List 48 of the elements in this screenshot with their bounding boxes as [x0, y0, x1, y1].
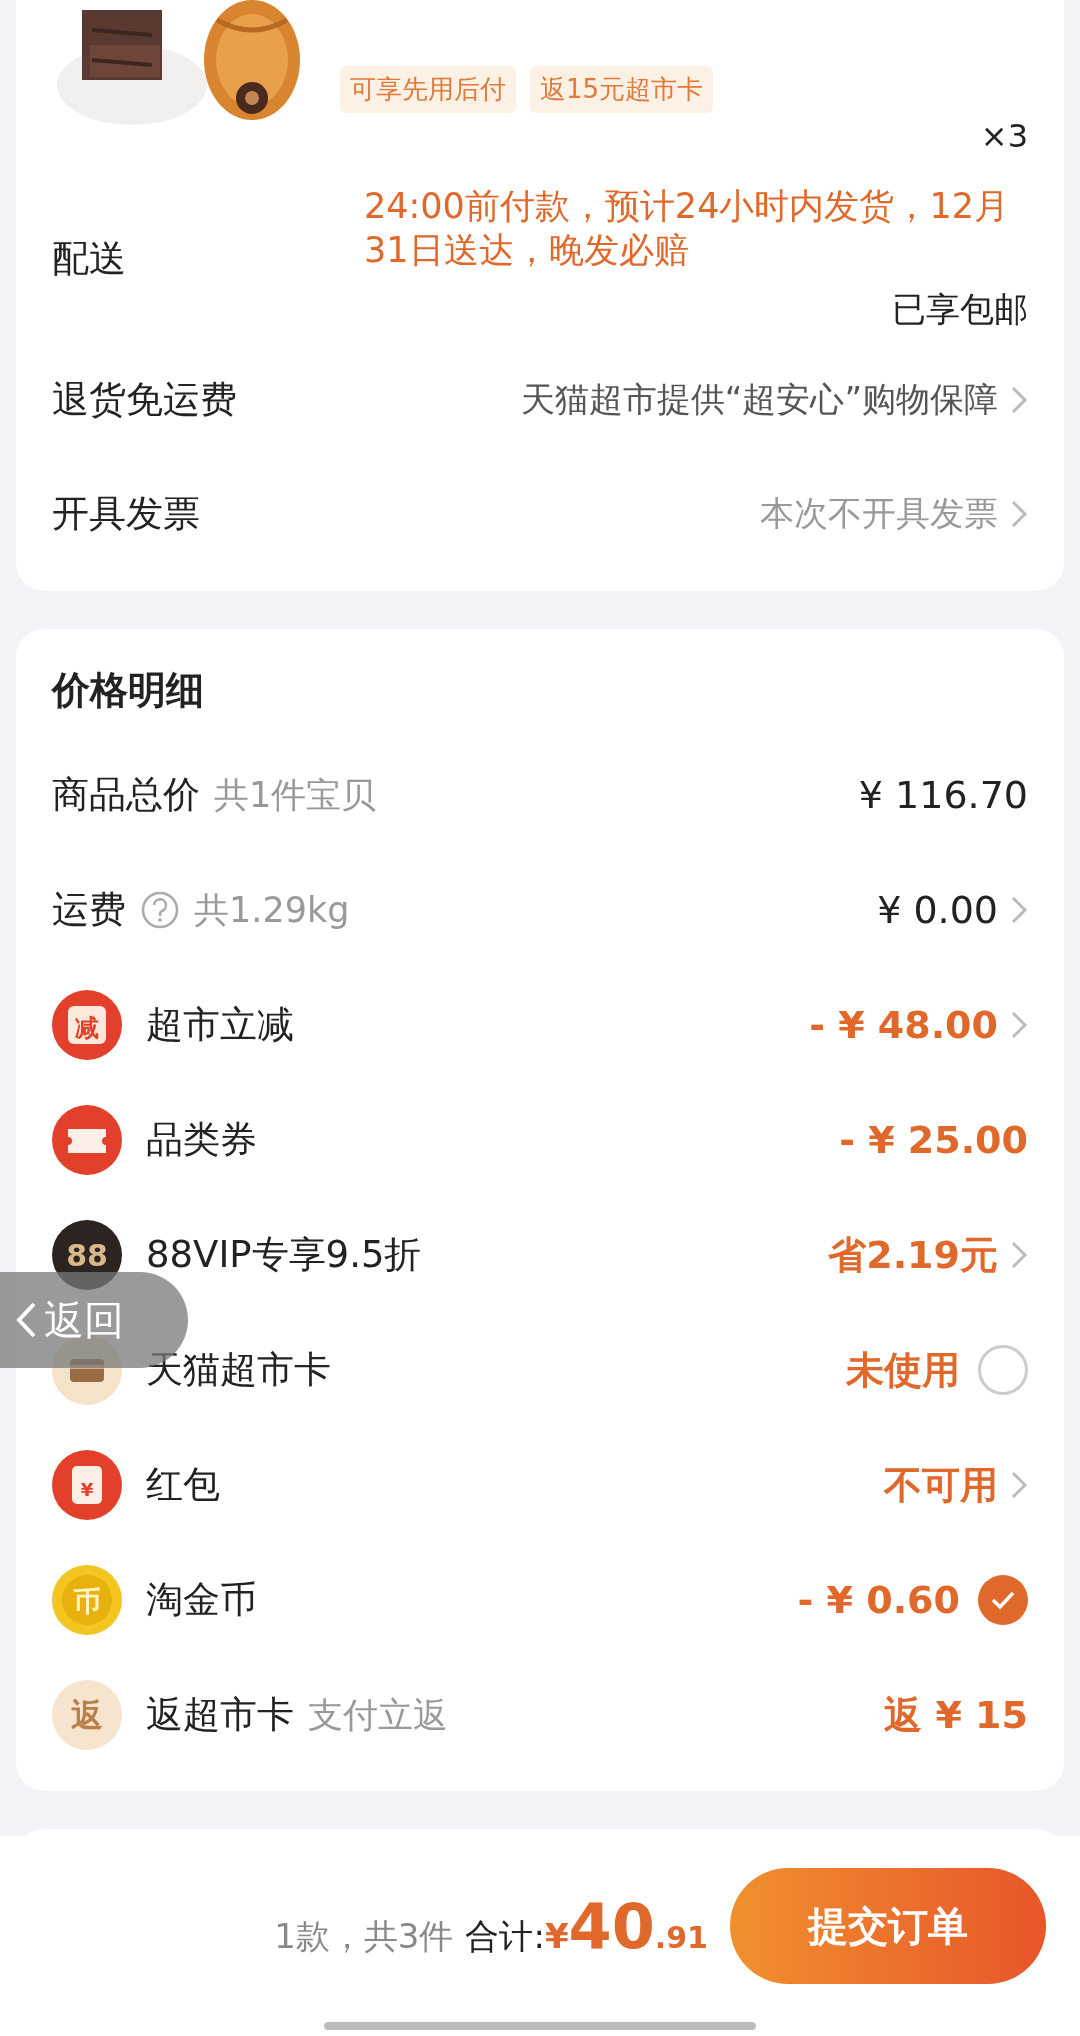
promo-tag: 可享先用后付	[340, 66, 516, 113]
discount-icon: 减	[52, 990, 122, 1060]
chevron-icon	[1010, 384, 1028, 415]
check-icon	[990, 1590, 1016, 1610]
row-label: 超市立减	[146, 1002, 294, 1048]
row-value: 不可用	[884, 1461, 998, 1509]
row-note: 共1件宝贝	[214, 773, 377, 817]
envelope-icon: ¥	[52, 1450, 122, 1520]
item-count: 1款，共3件	[274, 1914, 454, 1958]
rebate-icon: 返	[52, 1680, 122, 1750]
delivery-estimate: 24:00前付款，预计24小时内发货，12月31日送达，晚发必赔	[364, 185, 1010, 272]
section-title: 价格明细	[52, 666, 205, 714]
row-label: 品类券	[146, 1117, 257, 1163]
row-value: 未使用	[846, 1346, 960, 1394]
coin-icon: 币	[52, 1565, 122, 1635]
row-note: 共1.29kg	[194, 888, 350, 932]
quantity: ×3	[980, 117, 1028, 155]
row-label: 返超市卡	[146, 1692, 294, 1738]
row-value: 返 ¥ 15	[884, 1691, 1028, 1739]
row-label: 配送	[52, 235, 126, 282]
row-value: ¥ 0.00	[877, 888, 998, 932]
submit-order-button[interactable]: 提交订单	[730, 1868, 1046, 1984]
shipping-note: 已享包邮	[892, 287, 1028, 331]
row-label: 退货免运费	[52, 376, 237, 423]
currency-sign: ¥	[544, 1915, 569, 1956]
row-label: 红包	[146, 1462, 220, 1508]
row-value: - ¥ 0.60	[797, 1578, 960, 1622]
row-value[interactable]: 本次不开具发票	[760, 490, 998, 537]
total-decimal: .91	[654, 1919, 708, 1955]
row-value: - ¥ 48.00	[809, 1003, 998, 1047]
row-value: - ¥ 25.00	[839, 1118, 1028, 1162]
chevron-icon	[1010, 498, 1028, 529]
row-value: ¥ 116.70	[858, 773, 1028, 817]
help-icon[interactable]	[140, 890, 180, 930]
chevron-icon	[14, 1300, 38, 1340]
row-value: 省2.19元	[828, 1231, 998, 1279]
total-amount: 40	[568, 1889, 655, 1963]
row-label: 商品总价	[52, 772, 200, 818]
row-label: 淘金币	[146, 1577, 257, 1623]
row-value[interactable]: 天猫超市提供“超安心”购物保障	[520, 376, 998, 423]
select-toggle[interactable]	[978, 1345, 1028, 1395]
ticket-icon	[52, 1105, 122, 1175]
row-label: 运费	[52, 887, 126, 933]
select-toggle[interactable]	[978, 1575, 1028, 1625]
row-note: 支付立返	[308, 1693, 448, 1737]
total-label: 合计:	[465, 1914, 545, 1958]
promo-tag: 返15元超市卡	[530, 66, 714, 113]
row-label: 开具发票	[52, 490, 200, 537]
